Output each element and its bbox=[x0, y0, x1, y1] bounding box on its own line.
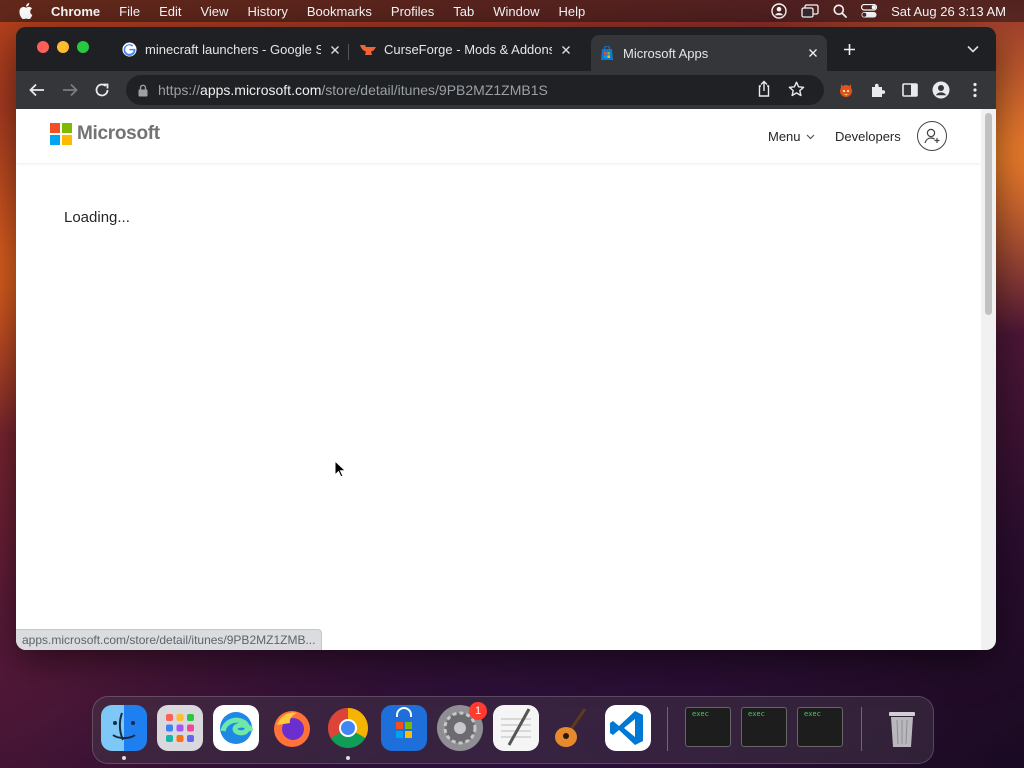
microsoft-logo[interactable]: Microsoft bbox=[50, 123, 160, 145]
menu-help[interactable]: Help bbox=[559, 4, 586, 19]
tab-search-chevron-icon[interactable] bbox=[966, 42, 980, 56]
launchpad-icon[interactable] bbox=[157, 705, 203, 751]
menu-view[interactable]: View bbox=[200, 4, 228, 19]
side-panel-icon[interactable] bbox=[899, 79, 921, 101]
minimize-window-button[interactable] bbox=[57, 41, 69, 53]
close-tab-icon[interactable] bbox=[558, 42, 574, 58]
textedit-icon[interactable] bbox=[493, 705, 539, 751]
tab-strip: minecraft launchers - Google Search Curs… bbox=[16, 27, 996, 71]
menu-history[interactable]: History bbox=[247, 4, 287, 19]
bookmark-star-icon[interactable] bbox=[788, 81, 805, 100]
menu-profiles[interactable]: Profiles bbox=[391, 4, 434, 19]
menu-file[interactable]: File bbox=[119, 4, 140, 19]
terminal-window-thumbnail[interactable]: exec bbox=[685, 707, 731, 747]
loading-text: Loading... bbox=[64, 209, 130, 226]
address-bar[interactable]: https://apps.microsoft.com/store/detail/… bbox=[126, 75, 824, 105]
close-tab-icon[interactable] bbox=[805, 45, 821, 61]
close-tab-icon[interactable] bbox=[327, 42, 343, 58]
lock-icon[interactable] bbox=[138, 84, 148, 97]
browser-toolbar: https://apps.microsoft.com/store/detail/… bbox=[16, 71, 996, 109]
menu-dropdown-button[interactable]: Menu bbox=[768, 129, 815, 144]
terminal-window-thumbnail[interactable]: exec bbox=[797, 707, 843, 747]
garageband-icon[interactable] bbox=[549, 705, 595, 751]
firefox-icon[interactable] bbox=[269, 705, 315, 751]
tab-title: minecraft launchers - Google Search bbox=[145, 42, 321, 57]
url-path: /store/detail/itunes/9PB2MZ1ZMB1S bbox=[321, 82, 548, 98]
reload-icon[interactable] bbox=[91, 79, 113, 101]
chrome-icon[interactable] bbox=[325, 705, 371, 751]
site-header: Microsoft Menu Developers bbox=[16, 109, 981, 163]
control-center-icon[interactable] bbox=[861, 4, 878, 18]
menu-app-name[interactable]: Chrome bbox=[51, 4, 100, 19]
microsoft-store-icon bbox=[599, 45, 615, 61]
microsoft-wordmark: Microsoft bbox=[77, 123, 160, 144]
trash-icon[interactable] bbox=[879, 705, 925, 751]
scrollbar-thumb[interactable] bbox=[985, 113, 992, 315]
tab-google-search[interactable]: minecraft launchers - Google Search bbox=[121, 36, 343, 63]
vertical-scrollbar[interactable] bbox=[981, 109, 996, 650]
dock-separator bbox=[861, 707, 862, 751]
web-page: Microsoft Menu Developers Loading... bbox=[16, 109, 981, 650]
chrome-window: minecraft launchers - Google Search Curs… bbox=[16, 27, 996, 650]
menubar-clock[interactable]: Sat Aug 26 3:13 AM bbox=[891, 4, 1006, 19]
zoom-window-button[interactable] bbox=[77, 41, 89, 53]
screen-mirroring-icon[interactable] bbox=[801, 4, 819, 18]
menu-edit[interactable]: Edit bbox=[159, 4, 181, 19]
extension-fox-icon[interactable] bbox=[835, 79, 857, 101]
chevron-down-icon bbox=[806, 134, 815, 140]
url-scheme: https:// bbox=[158, 82, 201, 98]
user-account-icon[interactable] bbox=[771, 3, 787, 19]
macos-dock: 1 exec exec exec bbox=[92, 696, 934, 764]
google-icon bbox=[121, 42, 137, 58]
microsoft-logo-grid-icon bbox=[50, 123, 72, 145]
spotlight-search-icon[interactable] bbox=[833, 4, 847, 18]
tab-curseforge[interactable]: CurseForge - Mods & Addons Leader bbox=[360, 36, 574, 63]
tab-title: Microsoft Apps bbox=[623, 45, 709, 61]
running-indicator bbox=[122, 756, 126, 760]
running-indicator bbox=[346, 756, 350, 760]
more-menu-kebab-icon[interactable] bbox=[964, 79, 986, 101]
extensions-puzzle-icon[interactable] bbox=[867, 79, 889, 101]
link-status-bubble: apps.microsoft.com/store/detail/itunes/9… bbox=[16, 629, 323, 650]
new-tab-plus-icon[interactable] bbox=[840, 40, 858, 58]
menu-label: Menu bbox=[768, 129, 801, 144]
macos-menu-bar: Chrome File Edit View History Bookmarks … bbox=[0, 0, 1024, 22]
curseforge-icon bbox=[360, 42, 376, 58]
terminal-window-thumbnail[interactable]: exec bbox=[741, 707, 787, 747]
profile-avatar-icon[interactable] bbox=[930, 79, 952, 101]
back-arrow-icon[interactable] bbox=[26, 79, 48, 101]
edge-icon[interactable] bbox=[213, 705, 259, 751]
close-window-button[interactable] bbox=[37, 41, 49, 53]
vscode-icon[interactable] bbox=[605, 705, 651, 751]
mouse-cursor-icon bbox=[334, 459, 347, 483]
tab-separator bbox=[348, 44, 349, 60]
dock-separator bbox=[667, 707, 668, 751]
url-host: apps.microsoft.com bbox=[200, 82, 322, 98]
microsoft-store-dock-icon[interactable] bbox=[381, 705, 427, 751]
forward-arrow-icon[interactable] bbox=[59, 79, 81, 101]
tab-microsoft-apps[interactable]: Microsoft Apps bbox=[591, 35, 827, 71]
menu-window[interactable]: Window bbox=[493, 4, 539, 19]
menu-bookmarks[interactable]: Bookmarks bbox=[307, 4, 372, 19]
share-icon[interactable] bbox=[756, 80, 772, 101]
tab-title: CurseForge - Mods & Addons Leader bbox=[384, 42, 552, 57]
notification-badge: 1 bbox=[469, 702, 487, 720]
menu-tab[interactable]: Tab bbox=[453, 4, 474, 19]
sign-in-account-icon[interactable] bbox=[917, 121, 947, 151]
apple-menu-icon[interactable] bbox=[19, 3, 33, 19]
finder-icon[interactable] bbox=[101, 705, 147, 751]
developers-link[interactable]: Developers bbox=[835, 129, 901, 144]
